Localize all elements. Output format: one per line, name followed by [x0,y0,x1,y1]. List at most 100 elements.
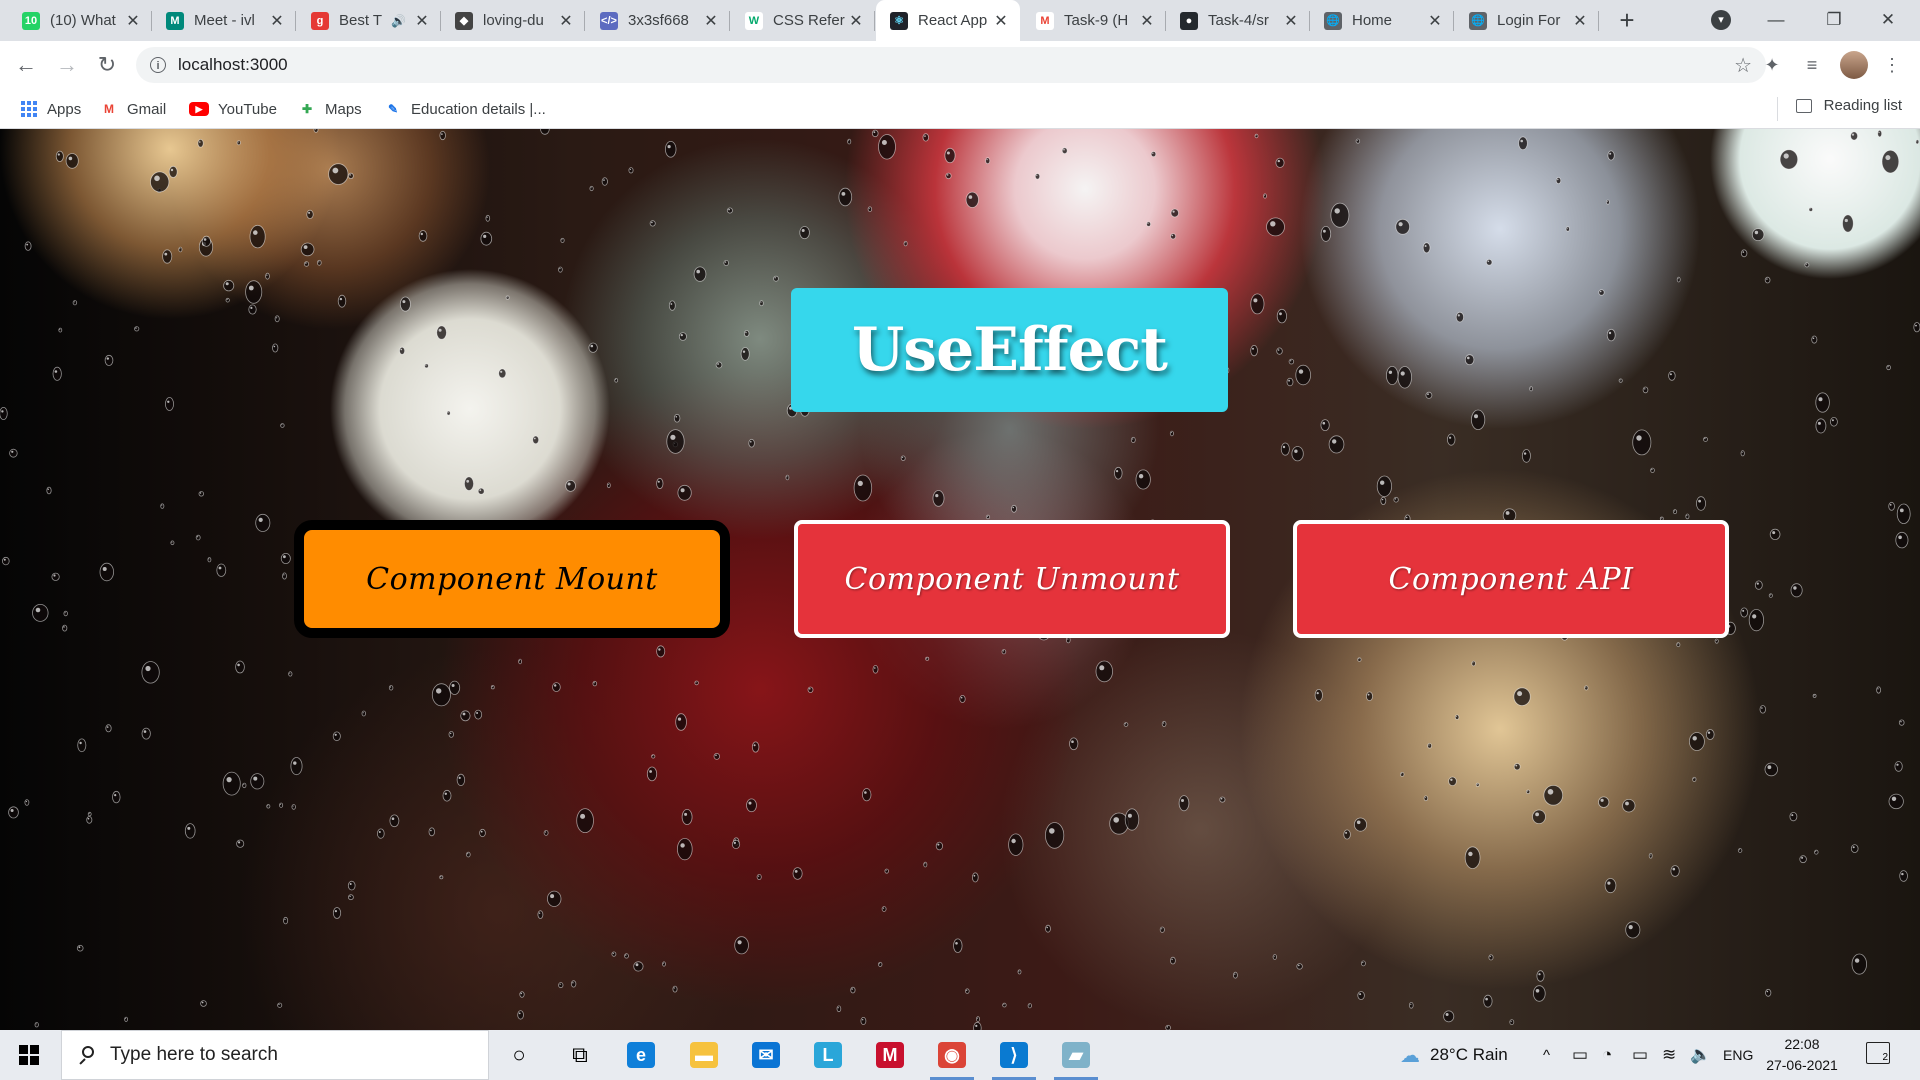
tab-5[interactable]: </> 3x3sf668 ✕ [586,0,730,41]
minimize-button[interactable]: — [1744,0,1808,41]
tab-close-icon[interactable]: ✕ [557,11,575,31]
profile-avatar[interactable] [1840,51,1868,79]
bookmark-label: YouTube [218,100,277,118]
clock-time: 22:08 [1784,1036,1820,1052]
tab-title: Task-4/sr [1208,12,1269,29]
bookmark-education[interactable]: ✎ Education details |... [384,97,546,121]
tab-audio-icon[interactable]: 🔊 [391,14,407,28]
tab-favicon-icon: 10 [22,11,40,30]
bookmark-label: Gmail [127,100,167,118]
tab-10[interactable]: 🌐 Home ✕ [1310,0,1454,41]
tab-close-icon[interactable]: ✕ [1571,11,1589,31]
show-hidden-icons-button[interactable]: ^ [1543,1030,1550,1080]
tab-separator [1598,11,1599,31]
new-tab-button[interactable]: + [1612,6,1642,36]
page-viewport: UseEffect Component Mount Component Unmo… [0,129,1920,1030]
window-close-button[interactable]: ✕ [1856,0,1920,41]
tab-close-icon[interactable]: ✕ [268,11,286,31]
wifi-icon[interactable]: ≋ [1662,1030,1676,1080]
tab-title: CSS Refer [773,12,845,29]
notification-center-icon[interactable]: 2 [1866,1042,1890,1064]
meet-now-icon[interactable]: ▭ [1572,1030,1588,1080]
apps-grid-icon [20,100,38,118]
tab-close-icon[interactable]: ✕ [1138,11,1156,31]
tab-separator [1453,11,1454,31]
chrome-icon[interactable]: ◉ [922,1030,982,1080]
bookmark-star-icon[interactable]: ☆ [1734,53,1752,78]
tab-1[interactable]: 10 (10) What ✕ [8,0,152,41]
maps-icon: ✚ [301,102,313,116]
forward-button[interactable]: → [51,49,83,81]
tab-close-icon[interactable]: ✕ [413,11,431,31]
bookmarks-bar: Apps M Gmail ▶ YouTube ✚ Maps ✎ Educatio… [0,89,1920,129]
task-view-icon[interactable]: ⧉ [550,1030,610,1080]
component-api-button[interactable]: Component API [1293,520,1729,638]
tab-title: Home [1352,12,1393,29]
gmail-icon: M [104,102,114,116]
tab-title: React App [918,12,988,29]
vscode-icon[interactable]: ⟩ [984,1030,1044,1080]
language-indicator[interactable]: ENG [1723,1030,1753,1080]
tab-9[interactable]: ● Task-4/sr ✕ [1166,0,1310,41]
tab-favicon-icon: M [166,11,184,30]
tab-separator [584,11,585,31]
media-control-icon[interactable]: ≡ [1800,53,1824,77]
tab-favicon-icon: ● [1180,11,1198,30]
bookmark-gmail[interactable]: M Gmail [100,97,166,121]
address-url[interactable]: localhost:3000 [178,55,288,75]
address-bar[interactable]: i localhost:3000 ☆ [136,47,1766,83]
weather-text: 28°C Rain [1430,1045,1508,1064]
reload-button[interactable]: ↻ [91,49,123,81]
component-unmount-button[interactable]: Component Unmount [794,520,1230,638]
extensions-icon[interactable]: ✦ [1760,53,1784,77]
weather-widget[interactable]: ☁ 28°C Rain [1400,1030,1508,1080]
bookmark-label: Maps [325,100,362,118]
file-explorer-icon[interactable]: ▬ [674,1030,734,1080]
tab-close-icon[interactable]: ✕ [702,11,720,31]
bookmark-apps[interactable]: Apps [20,97,81,121]
network-status-icon[interactable]: ◔ [1602,1030,1612,1080]
windows-logo-icon [19,1045,39,1065]
launcher-l-icon[interactable]: L [798,1030,858,1080]
tab-6[interactable]: W CSS Refer ✕ [731,0,875,41]
system-clock[interactable]: 22:08 27-06-2021 [1760,1034,1844,1076]
page-title: UseEffect [851,315,1168,385]
tab-4[interactable]: ◆ loving-du ✕ [441,0,585,41]
tab-close-icon[interactable]: ✕ [847,11,865,31]
tab-2[interactable]: M Meet - ivl ✕ [152,0,296,41]
reading-list-label: Reading list [1823,97,1902,114]
reading-list-button[interactable]: Reading list [1795,97,1902,114]
tab-close-icon[interactable]: ✕ [992,11,1010,31]
mcafee-icon[interactable]: M [860,1030,920,1080]
tab-close-icon[interactable]: ✕ [1282,11,1300,31]
mail-icon[interactable]: ✉ [736,1030,796,1080]
volume-icon[interactable]: 🔈 [1690,1030,1711,1080]
tab-favicon-icon: 🌐 [1469,11,1487,30]
app-window-icon[interactable]: ▰ [1046,1030,1106,1080]
tab-3[interactable]: g Best T 🔊 ✕ [297,0,441,41]
tab-close-icon[interactable]: ✕ [124,11,142,31]
youtube-icon: ▶ [189,102,209,116]
bookmark-label: Apps [47,100,82,118]
bookmark-youtube[interactable]: ▶ YouTube [189,97,277,121]
start-button[interactable] [0,1030,58,1080]
bookmark-maps[interactable]: ✚ Maps [298,97,362,121]
cortana-icon[interactable]: ○ [489,1030,549,1080]
taskbar-search[interactable]: Type here to search [61,1030,489,1080]
tab-8[interactable]: M Task-9 (H ✕ [1022,0,1166,41]
component-mount-button[interactable]: Component Mount [294,520,730,638]
tab-favicon-icon: </> [600,11,618,30]
tab-7[interactable]: ⚛ React App ✕ [876,0,1020,41]
chrome-menu-icon[interactable]: ⋮ [1880,53,1904,77]
chrome-icon-glyph: ◉ [938,1042,966,1068]
tab-favicon-icon: g [311,11,329,30]
tab-search-icon[interactable]: ▾ [1711,10,1731,30]
back-button[interactable]: ← [10,49,42,81]
site-info-icon[interactable]: i [150,57,166,73]
tab-11[interactable]: 🌐 Login For ✕ [1455,0,1599,41]
edge-icon[interactable]: e [611,1030,671,1080]
search-placeholder: Type here to search [110,1044,278,1065]
battery-icon[interactable]: ▭ [1632,1030,1648,1080]
tab-favicon-icon: M [1036,11,1054,30]
tab-close-icon[interactable]: ✕ [1426,11,1444,31]
